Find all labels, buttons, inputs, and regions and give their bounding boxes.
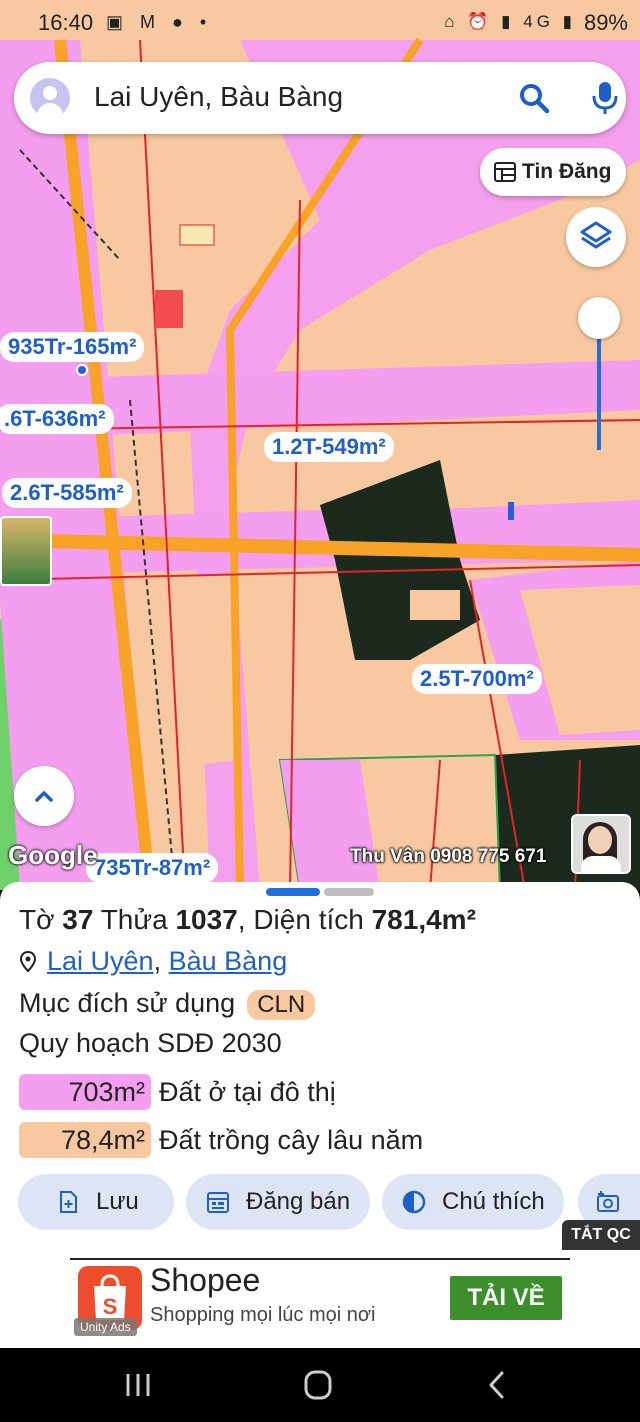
location-link-district[interactable]: Bàu Bàng bbox=[169, 946, 288, 976]
ad-network-badge: Unity Ads bbox=[74, 1318, 137, 1336]
calendar-icon bbox=[207, 1192, 229, 1213]
save-icon bbox=[60, 1191, 77, 1213]
price-label[interactable]: 2.6T-585m² bbox=[2, 478, 132, 508]
sheet-handle-active[interactable] bbox=[266, 888, 320, 896]
parcel-location: Lai Uyên, Bàu Bàng bbox=[19, 946, 287, 977]
price-label[interactable]: 1.2T-549m² bbox=[264, 432, 394, 462]
listing-photo-thumbnail[interactable] bbox=[0, 516, 52, 586]
layers-icon bbox=[580, 221, 612, 249]
parcel-number: 1037 bbox=[175, 904, 238, 935]
land-use-row: 78,4m² Đất trồng cây lâu năm bbox=[19, 1122, 423, 1158]
camera-icon bbox=[597, 1191, 619, 1212]
search-icon[interactable] bbox=[518, 82, 550, 114]
location-link-ward[interactable]: Lai Uyên bbox=[47, 946, 154, 976]
location-pin-icon bbox=[19, 951, 37, 973]
land-use-area-swatch: 703m² bbox=[19, 1074, 151, 1110]
svg-text:S: S bbox=[103, 1294, 118, 1319]
layers-button[interactable] bbox=[566, 207, 626, 267]
land-use-row: 703m² Đất ở tại đô thị bbox=[19, 1074, 336, 1110]
microphone-icon[interactable] bbox=[590, 80, 620, 116]
parcel-title: Tờ 37 Thửa 1037, Diện tích 781,4m² bbox=[19, 904, 476, 935]
hide-ads-button[interactable]: TẮT QC bbox=[562, 1220, 640, 1250]
legend-button[interactable]: Chú thích bbox=[382, 1174, 564, 1230]
price-label[interactable]: 2.5T-700m² bbox=[412, 664, 542, 694]
listings-icon bbox=[494, 162, 516, 182]
chevron-up-icon bbox=[35, 791, 53, 802]
sheet-number: 37 bbox=[62, 904, 94, 935]
save-label: Lưu bbox=[96, 1188, 139, 1215]
zoom-slider-knob[interactable] bbox=[578, 297, 620, 339]
home-icon[interactable] bbox=[298, 1368, 338, 1402]
purpose-code-badge: CLN bbox=[247, 990, 316, 1020]
sheet-handle[interactable] bbox=[324, 888, 374, 896]
land-use-desc: Đất ở tại đô thị bbox=[159, 1076, 336, 1107]
ad-slogan: Shopping mọi lúc mọi nơi bbox=[150, 1304, 376, 1326]
status-bar: 16:40 ▣ M ● • ⌂ ⏰ ▮ 4G ▮ 89% bbox=[0, 0, 640, 46]
price-label[interactable]: .6T-636m² bbox=[0, 404, 114, 434]
ad-install-button[interactable]: TẢI VỀ bbox=[450, 1276, 562, 1320]
legend-label: Chú thích bbox=[442, 1188, 545, 1215]
post-for-sale-label: Đăng bán bbox=[246, 1188, 351, 1215]
account-avatar-icon[interactable] bbox=[30, 78, 70, 118]
status-time: 16:40 bbox=[38, 10, 94, 35]
google-logo: Google bbox=[8, 840, 98, 870]
signal-icons: ⌂ ⏰ ▮ 4G ▮ bbox=[444, 12, 576, 31]
post-for-sale-button[interactable]: Đăng bán bbox=[186, 1174, 370, 1230]
search-query[interactable]: Lai Uyên, Bàu Bàng bbox=[94, 81, 343, 113]
ad-brand: Shopee bbox=[150, 1262, 261, 1298]
battery-level: 89% bbox=[583, 10, 628, 35]
agent-avatar[interactable] bbox=[571, 814, 631, 874]
recent-apps-icon[interactable] bbox=[118, 1368, 158, 1402]
back-icon[interactable] bbox=[478, 1368, 518, 1402]
listings-button[interactable]: Tin Đăng bbox=[480, 148, 626, 196]
parcel-info-sheet: Tờ 37 Thửa 1037, Diện tích 781,4m² Lai U… bbox=[0, 882, 640, 1348]
search-bar[interactable]: Lai Uyên, Bàu Bàng bbox=[14, 62, 626, 134]
ad-banner[interactable]: S Shopee Shopping mọi lúc mọi nơi TẢI VỀ… bbox=[70, 1258, 570, 1340]
expand-sheet-button[interactable] bbox=[14, 766, 74, 826]
save-button[interactable]: Lưu bbox=[18, 1174, 174, 1230]
planning-label: Quy hoạch SDĐ 2030 bbox=[19, 1028, 282, 1058]
system-nav-bar bbox=[0, 1348, 640, 1422]
land-use-purpose: Mục đích sử dụng CLN bbox=[19, 988, 316, 1020]
price-label[interactable]: 935Tr-165m² bbox=[0, 332, 145, 362]
price-label[interactable]: 735Tr-87m² bbox=[86, 853, 219, 883]
agent-contact[interactable]: Thu Vân 0908 775 671 bbox=[350, 846, 546, 868]
land-use-area-swatch: 78,4m² bbox=[19, 1122, 151, 1158]
land-use-desc: Đất trồng cây lâu năm bbox=[159, 1124, 424, 1155]
listings-label: Tin Đăng bbox=[522, 160, 612, 183]
parcel-area: 781,4m² bbox=[371, 904, 476, 935]
notification-icons: ▣ M ● • bbox=[106, 12, 213, 32]
legend-icon bbox=[402, 1190, 426, 1214]
